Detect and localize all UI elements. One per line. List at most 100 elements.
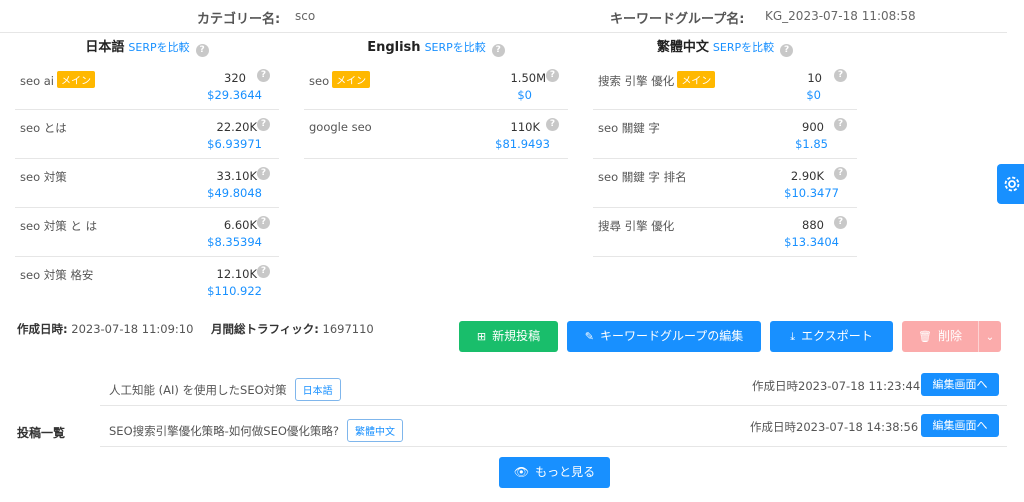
cpc-value: $81.9493 [495, 137, 550, 151]
main-badge: メイン [677, 71, 716, 88]
keyword-row: seo とは 22.20K $6.93971 ? [15, 110, 279, 159]
question-circle-icon[interactable]: ? [195, 44, 209, 57]
created-date: 作成日時: 2023-07-18 11:09:10 [17, 321, 193, 337]
cpc-value: $0 [806, 88, 821, 102]
question-circle-icon[interactable]: ? [834, 118, 847, 131]
compare-serp-link[interactable]: SERPを比較 [128, 41, 189, 54]
post-language-tag: 繁體中文 [347, 419, 403, 442]
column-header: 繁體中文 SERPを比較? [593, 33, 857, 61]
language-title: 日本語 [85, 40, 125, 55]
show-more-button[interactable]: 👁︎ もっと見る [499, 457, 610, 488]
post-row: 人工知能 (AI) を使用したSEO対策 日本語 作成日時2023-07-18 1… [100, 365, 1007, 406]
open-editor-button[interactable]: 編集画面へ [921, 414, 999, 437]
question-circle-icon[interactable]: ? [834, 167, 847, 180]
delete-button[interactable]: 🗑︎ 削除 [902, 321, 978, 352]
monthly-traffic-value: 1697110 [322, 322, 374, 336]
search-volume: 880 [802, 218, 824, 232]
cpc-value: $6.93971 [207, 137, 262, 151]
column-header: English SERPを比較? [304, 33, 568, 61]
created-date-label: 作成日時: [17, 322, 68, 336]
cpc-value: $29.3644 [207, 88, 262, 102]
keyword-group-value: KG_2023-07-18 11:08:58 [765, 9, 916, 23]
page-header: カテゴリー名: sco キーワードグループ名: KG_2023-07-18 11… [0, 0, 1007, 33]
cpc-value: $49.8048 [207, 186, 262, 200]
chevron-down-icon: ⌄ [985, 332, 995, 343]
download-icon: ⤓ [790, 330, 796, 343]
open-editor-button[interactable]: 編集画面へ [921, 373, 999, 396]
keyword-row: seo メイン 1.50M $0 ? [304, 61, 568, 110]
cpc-value: $0 [517, 88, 532, 102]
keyword-name: google seo [309, 120, 372, 134]
keyword-column-ja: 日本語 SERPを比較? seo ai メイン 320 $29.3644 ? seo… [15, 33, 279, 306]
post-created-date: 作成日時2023-07-18 14:38:56 [750, 420, 919, 434]
cpc-value: $110.922 [207, 284, 262, 298]
export-button[interactable]: ⤓ エクスポート [770, 321, 893, 352]
settings-tab[interactable] [997, 164, 1024, 204]
compare-serp-link[interactable]: SERPを比較 [425, 41, 486, 54]
posts-list-label: 投稿一覧 [17, 426, 66, 440]
keyword-row: seo ai メイン 320 $29.3644 ? [15, 61, 279, 110]
created-date-value: 2023-07-18 11:09:10 [71, 322, 194, 336]
main-badge: メイン [57, 71, 96, 88]
file-plus-icon: ⊞ [476, 330, 487, 343]
gear-icon [1004, 176, 1020, 192]
keyword-name: seo 対策 と は [20, 219, 98, 233]
question-circle-icon[interactable]: ? [780, 44, 794, 57]
post-language-tag: 日本語 [294, 378, 341, 401]
cpc-value: $10.3477 [784, 186, 839, 200]
post-row: SEO搜索引擎優化策略-如何做SEO優化策略? 繁體中文 作成日時2023-07-… [100, 406, 1007, 447]
post-title: 人工知能 (AI) を使用したSEO対策 日本語 [109, 378, 341, 401]
search-volume: 33.10K [216, 169, 257, 183]
keyword-column-zh: 繁體中文 SERPを比較? 搜索 引擎 優化 メイン 10 $0 ? seo 關鍵 … [593, 33, 857, 257]
monthly-traffic: 月間総トラフィック: 1697110 [211, 321, 374, 337]
post-title: SEO搜索引擎優化策略-如何做SEO優化策略? 繁體中文 [109, 419, 403, 442]
keyword-name: seo 対策 [20, 170, 67, 184]
language-title: English [367, 40, 421, 55]
question-circle-icon[interactable]: ? [257, 69, 270, 82]
question-circle-icon[interactable]: ? [257, 216, 270, 229]
keyword-row: seo 対策 格安 12.10K $110.922 ? [15, 257, 279, 306]
eye-icon: 👁︎ [513, 465, 530, 479]
question-circle-icon[interactable]: ? [546, 118, 559, 131]
delete-dropdown-button[interactable]: ⌄ [978, 321, 1001, 352]
keyword-name: seo 關鍵 字 [598, 121, 660, 135]
question-circle-icon[interactable]: ? [834, 69, 847, 82]
keyword-name: 搜尋 引擎 優化 [598, 219, 675, 233]
monthly-traffic-label: 月間総トラフィック: [211, 322, 319, 336]
search-volume: 320 [224, 71, 246, 85]
keyword-row: seo 対策 と は 6.60K $8.35394 ? [15, 208, 279, 257]
language-title: 繁體中文 [656, 40, 709, 55]
category-value: sco [295, 9, 316, 23]
search-volume: 12.10K [216, 267, 257, 281]
cpc-value: $8.35394 [207, 235, 262, 249]
new-post-button[interactable]: ⊞ 新規投稿 [459, 321, 558, 352]
edit-icon: ✎ [584, 330, 594, 343]
keyword-name: 搜索 引擎 優化 メイン [598, 71, 716, 89]
compare-serp-link[interactable]: SERPを比較 [713, 41, 774, 54]
search-volume: 10 [807, 71, 822, 85]
search-volume: 22.20K [216, 120, 257, 134]
question-circle-icon[interactable]: ? [834, 216, 847, 229]
keyword-column-en: English SERPを比較? seo メイン 1.50M $0 ? google… [304, 33, 568, 159]
question-circle-icon[interactable]: ? [257, 265, 270, 278]
category-label: カテゴリー名: [197, 12, 281, 27]
question-circle-icon[interactable]: ? [257, 118, 270, 131]
keyword-group-label: キーワードグループ名: [610, 12, 745, 27]
question-circle-icon[interactable]: ? [546, 69, 559, 82]
post-created-date: 作成日時2023-07-18 11:23:44 [752, 379, 921, 393]
keyword-row: 搜索 引擎 優化 メイン 10 $0 ? [593, 61, 857, 110]
keyword-row: seo 關鍵 字 900 $1.85 ? [593, 110, 857, 159]
edit-keyword-group-button[interactable]: ✎ キーワードグループの編集 [567, 321, 761, 352]
keyword-row: google seo 110K $81.9493 ? [304, 110, 568, 159]
question-circle-icon[interactable]: ? [491, 44, 505, 57]
search-volume: 110K [510, 120, 541, 134]
column-header: 日本語 SERPを比較? [15, 33, 279, 61]
main-badge: メイン [332, 71, 371, 88]
question-circle-icon[interactable]: ? [257, 167, 270, 180]
trash-icon: 🗑︎ [918, 330, 932, 343]
search-volume: 6.60K [223, 218, 257, 232]
search-volume: 2.90K [790, 169, 824, 183]
keyword-row: 搜尋 引擎 優化 880 $13.3404 ? [593, 208, 857, 257]
search-volume: 900 [802, 120, 824, 134]
keyword-name: seo とは [20, 121, 67, 135]
